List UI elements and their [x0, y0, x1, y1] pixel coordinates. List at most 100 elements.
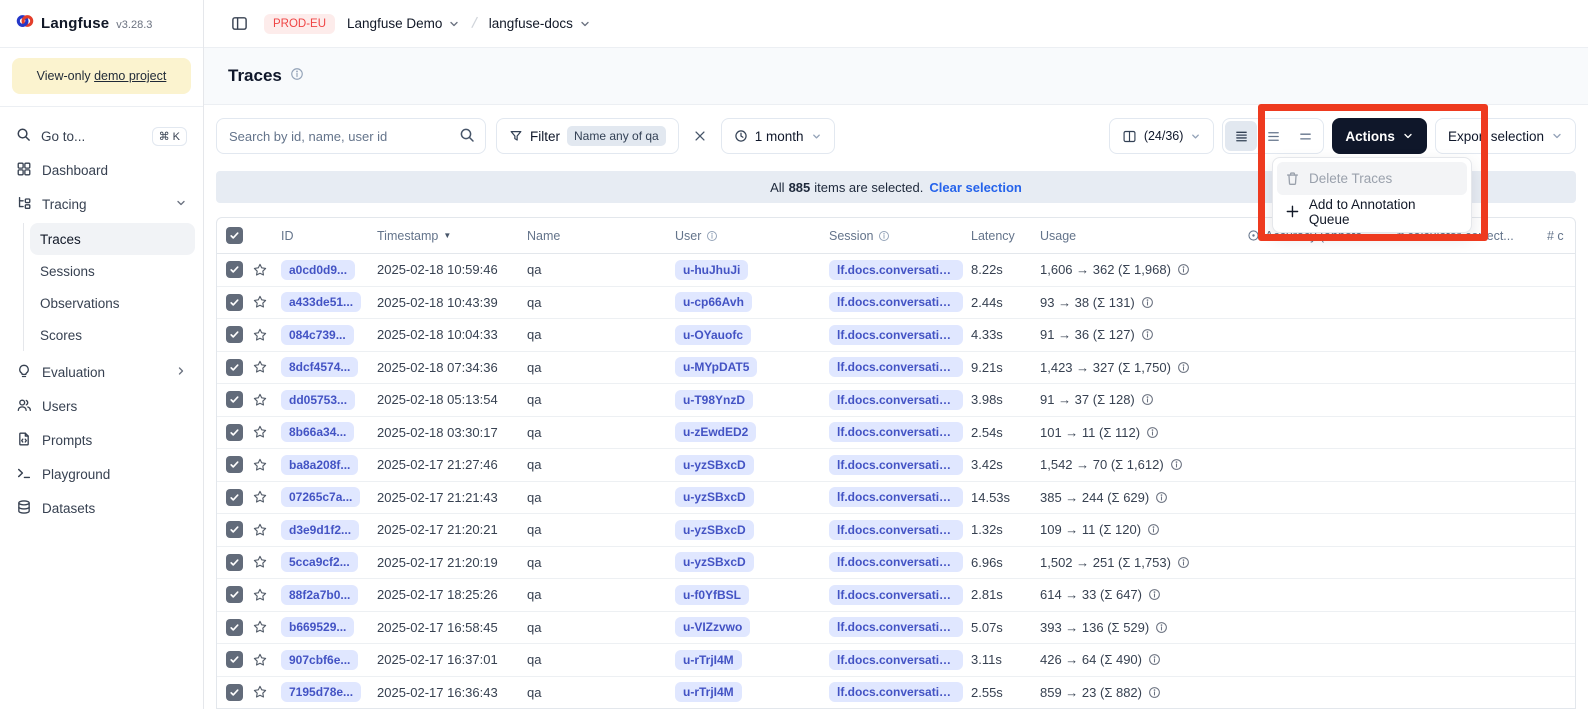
demo-project-link[interactable]: demo project — [94, 69, 166, 83]
trace-id-pill[interactable]: 8b66a34... — [281, 422, 354, 442]
info-icon[interactable] — [1177, 263, 1190, 276]
column-header-name[interactable]: Name — [519, 229, 667, 243]
row-height-medium-button[interactable] — [1257, 121, 1289, 151]
user-pill[interactable]: u-cp66Avh — [675, 292, 752, 312]
sidebar-item-traces[interactable]: Traces — [30, 223, 195, 255]
session-pill[interactable]: lf.docs.conversation... — [829, 617, 963, 637]
info-icon[interactable] — [1155, 491, 1168, 504]
user-pill[interactable]: u-yzSBxcD — [675, 520, 754, 540]
table-row[interactable]: a433de51... 2025-02-18 10:43:39 qa u-cp6… — [217, 287, 1575, 320]
table-row[interactable]: 8dcf4574... 2025-02-18 07:34:36 qa u-MYp… — [217, 352, 1575, 385]
trace-id-pill[interactable]: a0cd0d9... — [281, 260, 355, 280]
row-checkbox[interactable] — [226, 489, 243, 506]
bookmark-star-icon[interactable] — [252, 327, 268, 343]
info-icon[interactable] — [1177, 361, 1190, 374]
table-row[interactable]: b669529... 2025-02-17 16:58:45 qa u-VIZz… — [217, 612, 1575, 645]
user-pill[interactable]: u-yzSBxcD — [675, 552, 754, 572]
sidebar-item-scores[interactable]: Scores — [30, 319, 195, 351]
trace-id-pill[interactable]: 907cbf6e... — [281, 650, 358, 670]
session-pill[interactable]: lf.docs.conversation... — [829, 422, 963, 442]
row-checkbox[interactable] — [226, 294, 243, 311]
info-icon[interactable] — [1141, 393, 1154, 406]
bookmark-star-icon[interactable] — [252, 489, 268, 505]
menu-item-delete-traces[interactable]: Delete Traces — [1277, 162, 1467, 195]
user-pill[interactable]: u-zEwdED2 — [675, 422, 756, 442]
table-row[interactable]: 07265c7a... 2025-02-17 21:21:43 qa u-yzS… — [217, 482, 1575, 515]
time-range-button[interactable]: 1 month — [721, 118, 835, 154]
export-selection-button[interactable]: Export selection — [1435, 118, 1576, 154]
select-all-checkbox[interactable] — [226, 227, 243, 244]
row-checkbox[interactable] — [226, 554, 243, 571]
user-pill[interactable]: u-f0YfBSL — [675, 585, 749, 605]
table-row[interactable]: 5cca9cf2... 2025-02-17 21:20:19 qa u-yzS… — [217, 547, 1575, 580]
user-pill[interactable]: u-T98YnzD — [675, 390, 753, 410]
row-height-small-button[interactable] — [1225, 121, 1257, 151]
row-checkbox[interactable] — [226, 261, 243, 278]
session-pill[interactable]: lf.docs.conversation... — [829, 585, 963, 605]
search-icon[interactable] — [459, 127, 475, 148]
user-pill[interactable]: u-yzSBxcD — [675, 487, 754, 507]
user-pill[interactable]: u-yzSBxcD — [675, 455, 754, 475]
session-pill[interactable]: lf.docs.conversation... — [829, 357, 963, 377]
bookmark-star-icon[interactable] — [252, 619, 268, 635]
info-icon[interactable] — [1148, 686, 1161, 699]
table-row[interactable]: ba8a208f... 2025-02-17 21:27:46 qa u-yzS… — [217, 449, 1575, 482]
row-checkbox[interactable] — [226, 651, 243, 668]
info-icon[interactable] — [1177, 556, 1190, 569]
session-pill[interactable]: lf.docs.conversation... — [829, 682, 963, 702]
session-pill[interactable]: lf.docs.conversation... — [829, 325, 963, 345]
column-visibility-button[interactable]: (24/36) — [1109, 118, 1215, 154]
table-row[interactable]: d3e9d1f2... 2025-02-17 21:20:21 qa u-yzS… — [217, 514, 1575, 547]
sidebar-item-datasets[interactable]: Datasets — [8, 491, 195, 525]
row-checkbox[interactable] — [226, 326, 243, 343]
table-row[interactable]: 8b66a34... 2025-02-18 03:30:17 qa u-zEwd… — [217, 417, 1575, 450]
user-pill[interactable]: u-OYauofc — [675, 325, 751, 345]
user-pill[interactable]: u-huJhuJi — [675, 260, 748, 280]
info-icon[interactable] — [1141, 328, 1154, 341]
search-input[interactable] — [216, 118, 486, 154]
sidebar-item-playground[interactable]: Playground — [8, 457, 195, 491]
info-icon[interactable] — [1155, 621, 1168, 634]
info-icon[interactable] — [290, 67, 304, 86]
trace-id-pill[interactable]: d3e9d1f2... — [281, 520, 359, 540]
table-row[interactable]: 7195d78e... 2025-02-17 16:36:43 qa u-rTr… — [217, 677, 1575, 709]
row-checkbox[interactable] — [226, 521, 243, 538]
info-icon[interactable] — [1170, 458, 1183, 471]
trace-id-pill[interactable]: ba8a208f... — [281, 455, 358, 475]
column-header-truncated[interactable]: # c — [1539, 229, 1576, 243]
row-height-large-button[interactable] — [1289, 121, 1321, 151]
table-row[interactable]: 88f2a7b0... 2025-02-17 18:25:26 qa u-f0Y… — [217, 579, 1575, 612]
column-header-id[interactable]: ID — [273, 229, 369, 243]
user-pill[interactable]: u-MYpDAT5 — [675, 357, 757, 377]
trace-id-pill[interactable]: b669529... — [281, 617, 354, 637]
session-pill[interactable]: lf.docs.conversation... — [829, 650, 963, 670]
sidebar-item-users[interactable]: Users — [8, 389, 195, 423]
session-pill[interactable]: lf.docs.conversation... — [829, 390, 963, 410]
info-icon[interactable] — [1148, 588, 1161, 601]
bookmark-star-icon[interactable] — [252, 684, 268, 700]
trace-id-pill[interactable]: dd05753... — [281, 390, 355, 410]
info-icon[interactable] — [1141, 296, 1154, 309]
bookmark-star-icon[interactable] — [252, 262, 268, 278]
row-checkbox[interactable] — [226, 619, 243, 636]
user-pill[interactable]: u-rTrjI4M — [675, 682, 742, 702]
filter-button[interactable]: Filter Name any of qa — [496, 118, 679, 154]
sidebar-item-prompts[interactable]: Prompts — [8, 423, 195, 457]
column-header-timestamp[interactable]: Timestamp▼ — [369, 229, 519, 243]
row-checkbox[interactable] — [226, 586, 243, 603]
bookmark-star-icon[interactable] — [252, 652, 268, 668]
row-checkbox[interactable] — [226, 359, 243, 376]
column-header-user[interactable]: User — [667, 229, 821, 243]
menu-item-add-to-annotation-queue[interactable]: Add to Annotation Queue — [1277, 195, 1467, 228]
table-row[interactable]: a0cd0d9... 2025-02-18 10:59:46 qa u-huJh… — [217, 254, 1575, 287]
user-pill[interactable]: u-VIZzvwo — [675, 617, 750, 637]
info-icon[interactable] — [1148, 653, 1161, 666]
bookmark-star-icon[interactable] — [252, 359, 268, 375]
trace-id-pill[interactable]: 7195d78e... — [281, 682, 361, 702]
bookmark-star-icon[interactable] — [252, 457, 268, 473]
trace-id-pill[interactable]: 88f2a7b0... — [281, 585, 358, 605]
column-header-session[interactable]: Session — [821, 229, 963, 243]
trace-id-pill[interactable]: 8dcf4574... — [281, 357, 358, 377]
sidebar-item-evaluation[interactable]: Evaluation — [8, 355, 195, 389]
table-row[interactable]: 084c739... 2025-02-18 10:04:33 qa u-OYau… — [217, 319, 1575, 352]
